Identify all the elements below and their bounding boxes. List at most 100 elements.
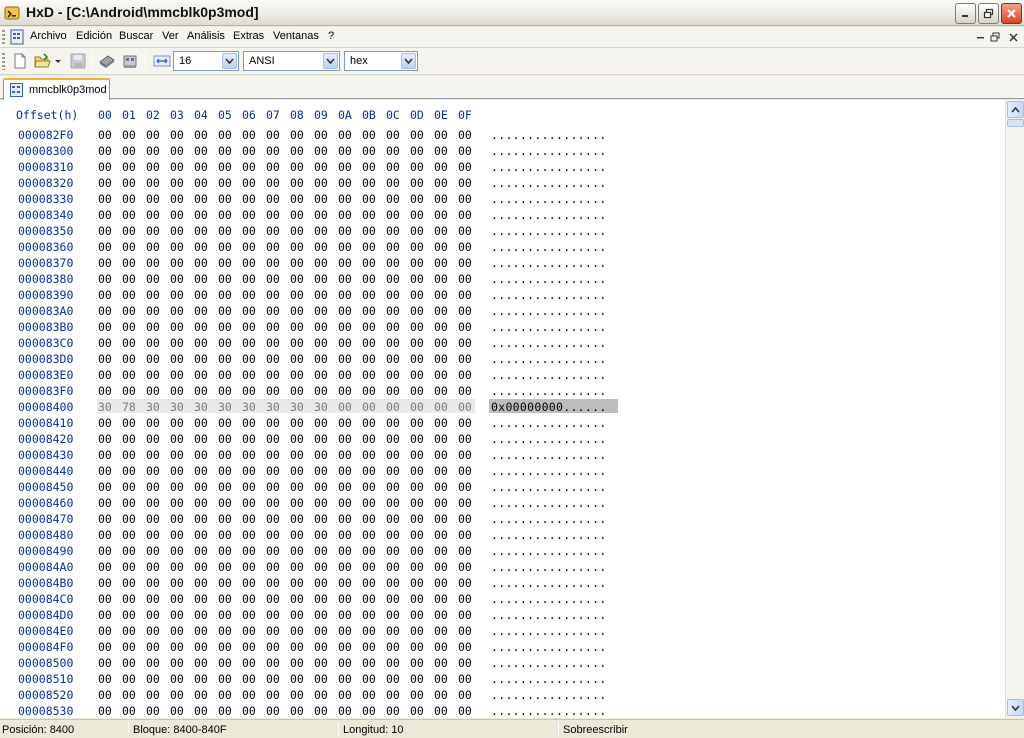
hex-byte[interactable]: 00 — [170, 480, 184, 494]
hex-byte[interactable]: 00 — [194, 208, 208, 222]
hex-byte[interactable]: 00 — [290, 704, 304, 718]
hex-byte[interactable]: 00 — [98, 144, 112, 158]
hex-byte[interactable]: 00 — [170, 432, 184, 446]
hex-byte[interactable]: 30 — [194, 400, 208, 414]
hex-byte[interactable]: 00 — [410, 176, 424, 190]
hex-byte[interactable]: 00 — [242, 128, 256, 142]
hex-byte[interactable]: 00 — [458, 704, 472, 718]
hex-byte[interactable]: 00 — [314, 144, 328, 158]
hex-byte[interactable]: 00 — [362, 448, 376, 462]
hex-byte[interactable]: 00 — [314, 496, 328, 510]
hex-byte[interactable]: 00 — [242, 624, 256, 638]
hex-byte[interactable]: 00 — [170, 624, 184, 638]
hex-byte[interactable]: 00 — [458, 560, 472, 574]
offset-base-select[interactable]: hex — [344, 51, 418, 71]
hex-byte[interactable]: 00 — [362, 656, 376, 670]
hex-byte[interactable]: 00 — [146, 176, 160, 190]
hex-byte[interactable]: 00 — [146, 448, 160, 462]
hex-byte[interactable]: 30 — [290, 400, 304, 414]
hex-byte[interactable]: 00 — [170, 240, 184, 254]
hex-byte[interactable]: 00 — [338, 352, 352, 366]
row-text[interactable]: ................ — [491, 464, 607, 478]
menu-help[interactable]: ? — [328, 30, 334, 42]
hex-byte[interactable]: 00 — [362, 432, 376, 446]
hex-byte[interactable]: 00 — [242, 352, 256, 366]
charset-select[interactable]: ANSI — [243, 51, 340, 71]
hex-byte[interactable]: 00 — [338, 544, 352, 558]
hex-byte[interactable]: 00 — [314, 384, 328, 398]
hex-byte[interactable]: 00 — [434, 576, 448, 590]
hex-byte[interactable]: 00 — [218, 320, 232, 334]
hex-byte[interactable]: 00 — [146, 336, 160, 350]
row-text[interactable]: ................ — [491, 384, 607, 398]
hex-byte[interactable]: 00 — [122, 592, 136, 606]
row-text[interactable]: ................ — [491, 432, 607, 446]
hex-byte[interactable]: 00 — [290, 592, 304, 606]
hex-byte[interactable]: 00 — [122, 320, 136, 334]
hex-byte[interactable]: 00 — [314, 272, 328, 286]
toolbar-grip[interactable] — [2, 53, 5, 70]
hex-byte[interactable]: 00 — [194, 240, 208, 254]
hex-byte[interactable]: 00 — [338, 448, 352, 462]
hex-byte[interactable]: 00 — [146, 576, 160, 590]
hex-editor[interactable]: Offset(h) 00 01 02 03 04 05 06 07 08 09 0A 0B 0C 0D 0E… — [0, 100, 1005, 718]
row-text[interactable]: ................ — [491, 608, 607, 622]
hex-byte[interactable]: 00 — [434, 336, 448, 350]
hex-byte[interactable]: 00 — [98, 688, 112, 702]
hex-byte[interactable]: 00 — [242, 160, 256, 174]
hex-byte[interactable]: 00 — [194, 560, 208, 574]
hex-byte[interactable]: 00 — [362, 256, 376, 270]
hex-byte[interactable]: 00 — [98, 448, 112, 462]
hex-byte[interactable]: 00 — [290, 624, 304, 638]
hex-byte[interactable]: 00 — [194, 288, 208, 302]
hex-byte[interactable]: 00 — [170, 288, 184, 302]
new-file-icon[interactable] — [11, 52, 29, 70]
hex-byte[interactable]: 00 — [458, 512, 472, 526]
hex-byte[interactable]: 00 — [434, 368, 448, 382]
hex-byte[interactable]: 00 — [314, 560, 328, 574]
hex-byte[interactable]: 00 — [362, 400, 376, 414]
hex-byte[interactable]: 00 — [218, 416, 232, 430]
hex-byte[interactable]: 00 — [194, 496, 208, 510]
hex-byte[interactable]: 00 — [290, 480, 304, 494]
mdi-close-button[interactable] — [1006, 30, 1020, 44]
hex-byte[interactable]: 00 — [434, 352, 448, 366]
hex-byte[interactable]: 00 — [434, 256, 448, 270]
hex-byte[interactable]: 00 — [290, 272, 304, 286]
hex-byte[interactable]: 00 — [242, 464, 256, 478]
hex-byte[interactable]: 00 — [290, 288, 304, 302]
hex-byte[interactable]: 00 — [434, 432, 448, 446]
hex-byte[interactable]: 00 — [386, 576, 400, 590]
hex-byte[interactable]: 00 — [434, 400, 448, 414]
hex-byte[interactable]: 00 — [386, 320, 400, 334]
hex-byte[interactable]: 00 — [314, 512, 328, 526]
minimize-button[interactable] — [955, 3, 976, 24]
hex-byte[interactable]: 00 — [290, 176, 304, 190]
hex-byte[interactable]: 00 — [386, 672, 400, 686]
hex-byte[interactable]: 00 — [170, 448, 184, 462]
hex-byte[interactable]: 00 — [314, 256, 328, 270]
hex-byte[interactable]: 00 — [458, 656, 472, 670]
hex-byte[interactable]: 00 — [218, 352, 232, 366]
hex-byte[interactable]: 00 — [362, 416, 376, 430]
mdi-minimize-button[interactable] — [973, 30, 987, 44]
hex-byte[interactable]: 00 — [98, 192, 112, 206]
hex-byte[interactable]: 30 — [218, 400, 232, 414]
hex-byte[interactable]: 00 — [266, 416, 280, 430]
hex-byte[interactable]: 00 — [146, 432, 160, 446]
hex-byte[interactable]: 00 — [434, 176, 448, 190]
hex-byte[interactable]: 00 — [458, 352, 472, 366]
hex-byte[interactable]: 00 — [146, 480, 160, 494]
hex-byte[interactable]: 00 — [170, 192, 184, 206]
hex-byte[interactable]: 00 — [194, 544, 208, 558]
hex-byte[interactable]: 00 — [266, 320, 280, 334]
hex-byte[interactable]: 00 — [458, 128, 472, 142]
hex-byte[interactable]: 00 — [458, 672, 472, 686]
hex-byte[interactable]: 00 — [410, 240, 424, 254]
hex-byte[interactable]: 00 — [242, 176, 256, 190]
document-icon[interactable] — [10, 29, 24, 45]
hex-byte[interactable]: 00 — [170, 496, 184, 510]
hex-byte[interactable]: 00 — [290, 432, 304, 446]
hex-byte[interactable]: 00 — [314, 224, 328, 238]
hex-byte[interactable]: 00 — [410, 512, 424, 526]
